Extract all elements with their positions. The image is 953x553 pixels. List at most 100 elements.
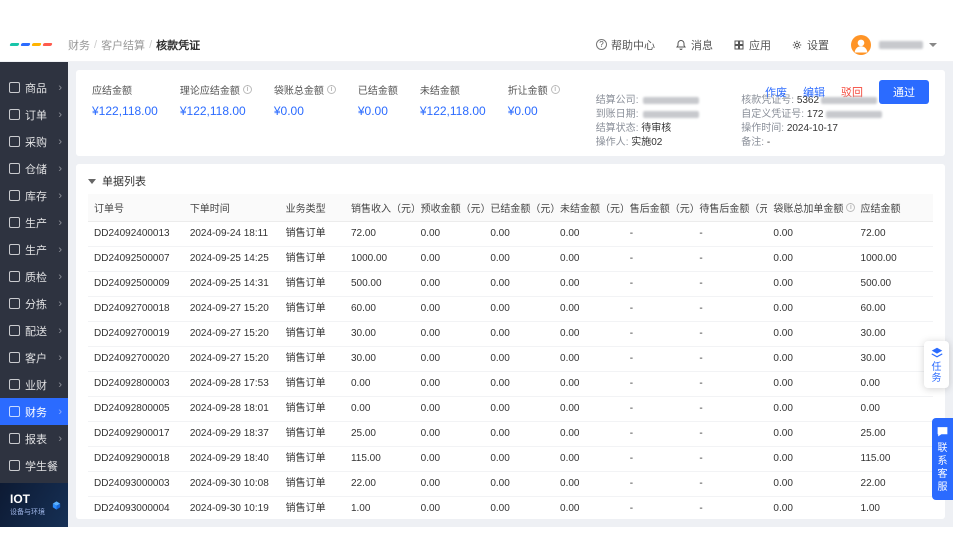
sidebar-item[interactable]: 商品 [0, 74, 68, 101]
cell-due-amount: 0.00 [855, 372, 933, 397]
sidebar-item[interactable]: 仓储 [0, 155, 68, 182]
chevron-down-icon [929, 43, 937, 47]
cell-order-time: 2024-09-29 18:37 [184, 422, 280, 447]
cell-unsettled-amount: 0.00 [554, 497, 624, 520]
logo-bar [20, 43, 30, 46]
detail-value: - [767, 137, 770, 148]
chevron-right-icon [58, 109, 62, 121]
cell-aftersale-amount: - [624, 297, 694, 322]
chevron-right-icon [58, 379, 62, 391]
cell-order-time: 2024-09-29 18:40 [184, 447, 280, 472]
contact-support-tab[interactable]: 联系客服 [932, 418, 953, 500]
stat-label: 袋账总金额 [274, 82, 324, 97]
summary-stat: 已结金额 ¥0.00 [358, 82, 398, 118]
cell-order-no: DD24092500007 [88, 247, 184, 272]
cell-bag-total-amount: 0.00 [767, 472, 854, 497]
sidebar-item[interactable]: 配送 [0, 317, 68, 344]
sidebar-item[interactable]: 采购 [0, 128, 68, 155]
sidebar-item[interactable]: 库存 [0, 182, 68, 209]
sidebar-item[interactable]: 生产 [0, 236, 68, 263]
cell-aftersale-amount: - [624, 322, 694, 347]
app-logo[interactable] [10, 43, 68, 46]
sidebar-item-label: 报表 [25, 431, 58, 447]
table-column-header: 未结金额（元） [554, 194, 624, 222]
table-row: DD24092800003 2024-09-28 17:53 销售订单 0.00… [88, 372, 933, 397]
cell-order-no: DD24092800003 [88, 372, 184, 397]
cell-business-type: 销售订单 [280, 347, 345, 372]
cell-order-no: DD24092800005 [88, 397, 184, 422]
cell-prepaid-amount: 0.00 [415, 247, 485, 272]
cell-unsettled-amount: 0.00 [554, 247, 624, 272]
menu-icon [9, 217, 20, 228]
sidebar-item-label: 订单 [25, 107, 58, 123]
menu-icon [9, 406, 20, 417]
iot-panel[interactable]: IOT 设备与环境 [0, 483, 68, 527]
sidebar-item[interactable]: 分拣 [0, 290, 68, 317]
detail-value: 待审核 [641, 123, 671, 134]
column-label: 售后金额（元） [630, 200, 694, 215]
breadcrumb-item-finance[interactable]: 财务 [68, 37, 90, 53]
menu-icon [9, 325, 20, 336]
void-button[interactable]: 作废 [765, 84, 787, 100]
cell-prepaid-amount: 0.00 [415, 322, 485, 347]
stat-label: 理论应结金额 [180, 82, 240, 97]
cell-business-type: 销售订单 [280, 397, 345, 422]
sidebar-item[interactable]: 财务 [0, 398, 68, 425]
cell-sales-income: 0.00 [345, 372, 415, 397]
detail-label: 到账日期 [596, 109, 642, 120]
detail-label: 结算公司 [596, 95, 642, 106]
sidebar-item[interactable]: 质检 [0, 263, 68, 290]
cell-order-no: DD24092700018 [88, 297, 184, 322]
chevron-right-icon [58, 352, 62, 364]
sidebar-item[interactable]: 订单 [0, 101, 68, 128]
cube-icon [51, 495, 62, 515]
sidebar-item[interactable]: 生产 [0, 209, 68, 236]
cell-due-amount: 22.00 [855, 472, 933, 497]
info-icon[interactable] [551, 85, 560, 94]
stat-value: ¥0.00 [508, 104, 560, 118]
chevron-right-icon [58, 136, 62, 148]
help-center-button[interactable]: 帮助中心 [596, 37, 655, 53]
chevron-right-icon [58, 163, 62, 175]
cell-bag-total-amount: 0.00 [767, 397, 854, 422]
help-center-label: 帮助中心 [611, 37, 655, 53]
app-shell: 商品 订单 采购 仓储 [0, 62, 953, 527]
cell-bag-total-amount: 0.00 [767, 372, 854, 397]
cell-order-no: DD24092400013 [88, 222, 184, 247]
menu-icon [9, 244, 20, 255]
apps-button[interactable]: 应用 [733, 37, 771, 53]
sidebar-menu: 商品 订单 采购 仓储 [0, 62, 68, 483]
detail-field: 备注- [741, 137, 881, 148]
summary-stat: 折让金额 ¥0.00 [508, 82, 560, 118]
iot-title: IOT [10, 493, 45, 505]
messages-button[interactable]: 消息 [675, 37, 713, 53]
column-label: 袋账总加单金额 [773, 200, 843, 215]
sidebar-item[interactable]: 业财 [0, 371, 68, 398]
column-label: 销售收入（元） [351, 200, 415, 215]
approve-button[interactable]: 通过 [879, 80, 929, 104]
tasks-floating-button[interactable]: 任务 [924, 341, 949, 388]
breadcrumb-item-customer-settlement[interactable]: 客户结算 [101, 37, 145, 53]
cell-order-time: 2024-09-25 14:25 [184, 247, 280, 272]
menu-icon [9, 271, 20, 282]
masked-value [643, 97, 699, 104]
user-menu[interactable] [851, 35, 937, 55]
table-column-header: 售后金额（元） [624, 194, 694, 222]
cell-prepaid-amount: 0.00 [415, 297, 485, 322]
documents-section-header[interactable]: 单据列表 [88, 170, 933, 192]
info-icon[interactable] [243, 85, 252, 94]
sidebar-item[interactable]: 报表 [0, 425, 68, 452]
chevron-right-icon [58, 325, 62, 337]
sidebar-item[interactable]: 客户 [0, 344, 68, 371]
breadcrumb-current: 核款凭证 [156, 37, 200, 53]
menu-icon [9, 298, 20, 309]
cell-pending-aftersale-amount: - [693, 472, 767, 497]
cell-due-amount: 1.00 [855, 497, 933, 520]
settings-button[interactable]: 设置 [791, 37, 829, 53]
cell-due-amount: 72.00 [855, 222, 933, 247]
chevron-right-icon [58, 82, 62, 94]
info-icon[interactable] [327, 85, 336, 94]
stat-value: ¥0.00 [358, 104, 398, 118]
sidebar-item[interactable]: 学生餐 [0, 452, 68, 479]
info-icon[interactable] [846, 203, 854, 212]
